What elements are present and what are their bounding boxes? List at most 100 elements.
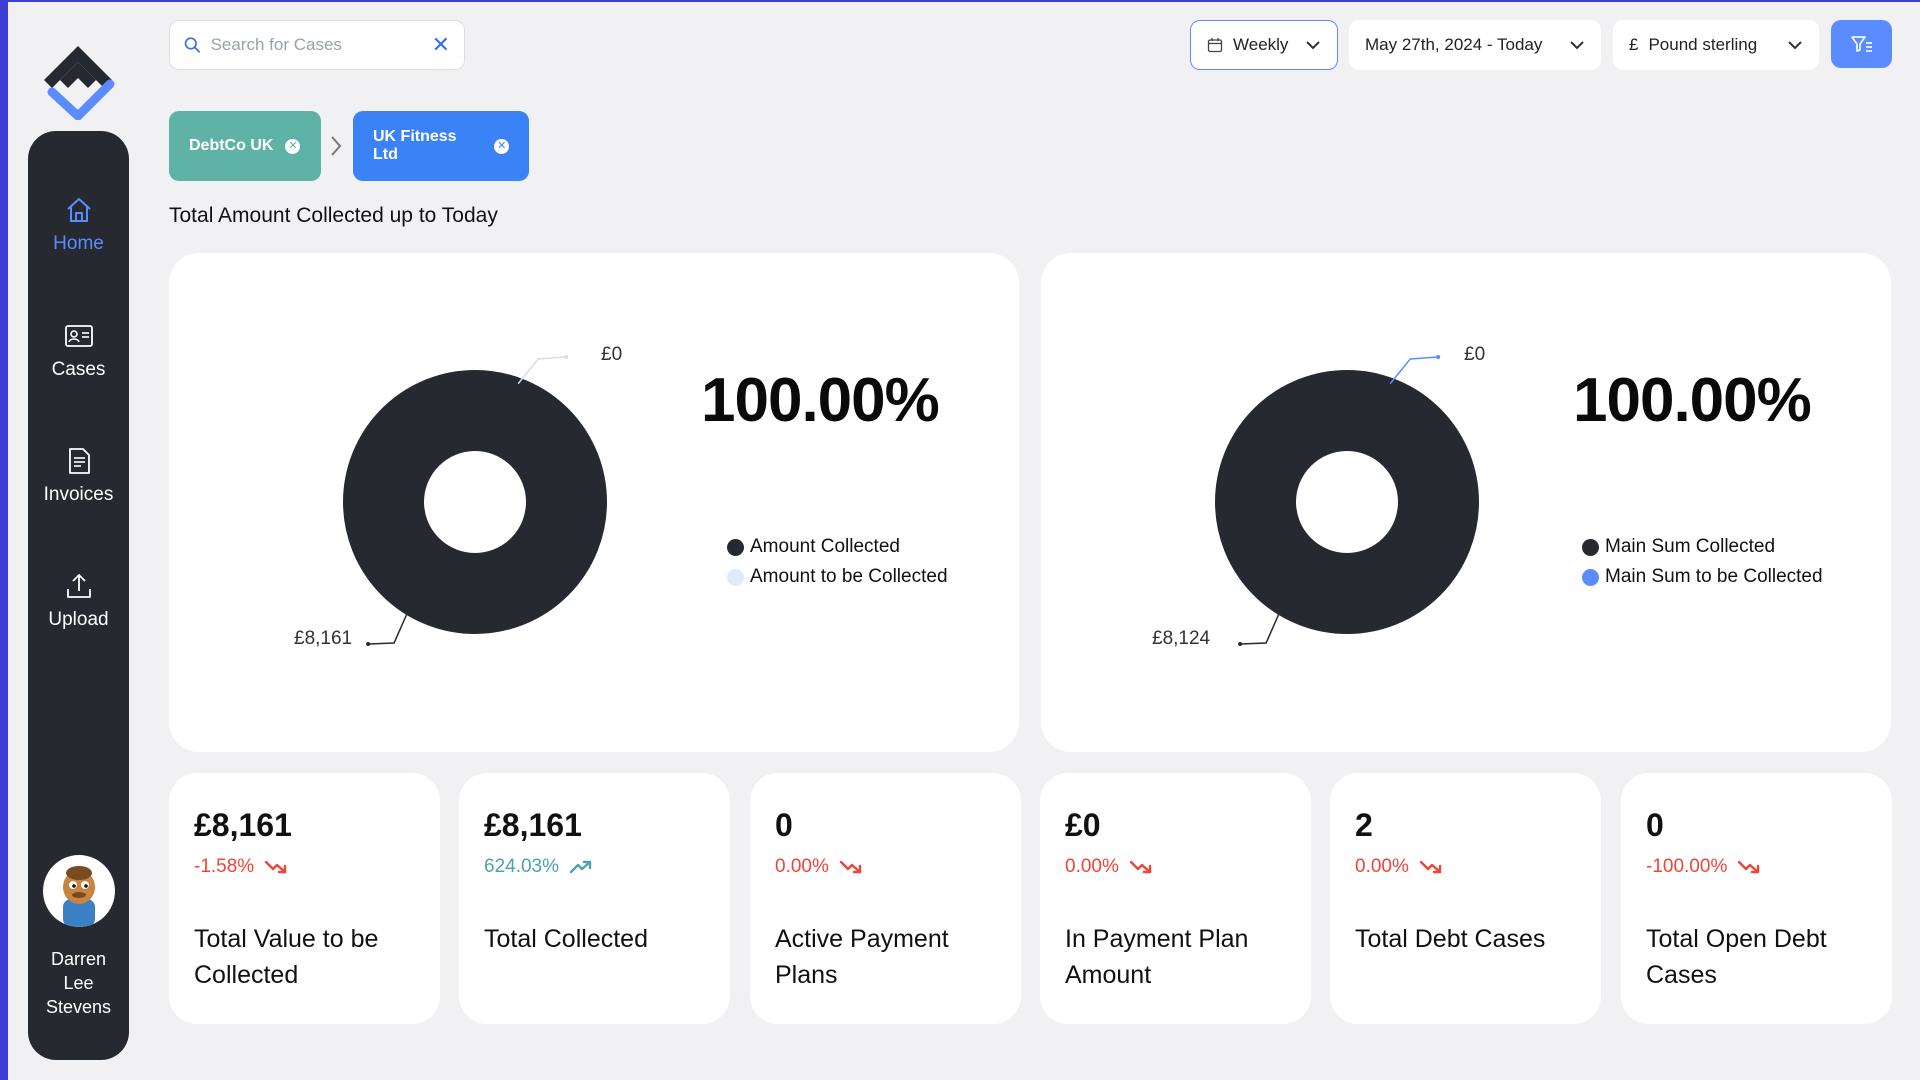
legend-dot bbox=[1582, 538, 1599, 556]
sidebar-item-cases[interactable]: Cases bbox=[28, 321, 129, 381]
trend-down-icon bbox=[1738, 860, 1760, 874]
breadcrumb-chip-client[interactable]: UK Fitness Ltd ✕ bbox=[353, 111, 529, 181]
kpi-card-active-plans: 0 0.00% Active Payment Plans bbox=[750, 773, 1021, 1024]
collected-percentage: 100.00% bbox=[1573, 366, 1812, 435]
sidebar-item-label: Cases bbox=[51, 359, 106, 380]
kpi-value: 0 bbox=[1646, 807, 1664, 843]
chevron-down-icon bbox=[1570, 41, 1584, 50]
donut-chart-amount: £0 £8,161 bbox=[294, 344, 622, 649]
kpi-change-value: 0.00% bbox=[1355, 856, 1409, 877]
kpi-change: 0.00% bbox=[1355, 856, 1443, 878]
legend-dot bbox=[727, 538, 744, 556]
kpi-label: Total Open Debt Cases bbox=[1646, 925, 1827, 989]
search-box: ✕ bbox=[169, 20, 465, 70]
kpi-value: 0 bbox=[775, 807, 793, 843]
search-input[interactable] bbox=[210, 35, 432, 55]
currency-select[interactable]: £ Pound sterling bbox=[1613, 20, 1819, 70]
kpi-change-value: 624.03% bbox=[484, 856, 560, 877]
user-last-name: Stevens bbox=[45, 997, 112, 1017]
kpi-value: 2 bbox=[1355, 807, 1373, 843]
kpi-change-value: -1.58% bbox=[194, 856, 255, 877]
home-icon bbox=[66, 198, 91, 222]
avatar[interactable] bbox=[43, 855, 115, 927]
section-title: Total Amount Collected up to Today bbox=[169, 204, 498, 227]
breadcrumb-chip-company[interactable]: DebtCo UK ✕ bbox=[169, 111, 321, 181]
kpi-change-value: 0.00% bbox=[1065, 856, 1119, 877]
filter-button[interactable] bbox=[1831, 20, 1892, 68]
kpi-card-debt-cases: 2 0.00% Total Debt Cases bbox=[1330, 773, 1601, 1024]
window-top-edge bbox=[0, 0, 1920, 2]
sidebar-item-upload[interactable]: Upload bbox=[28, 571, 129, 631]
chevron-right-icon bbox=[331, 136, 342, 156]
app-logo[interactable] bbox=[38, 40, 118, 121]
user-name: Darren Lee Stevens bbox=[28, 947, 129, 1019]
label-collected: £8,124 bbox=[1152, 628, 1211, 649]
trend-down-icon bbox=[1419, 860, 1442, 874]
trend-down-icon bbox=[1129, 860, 1152, 874]
kpi-label: Active Payment Plans bbox=[775, 925, 949, 989]
currency-value: Pound sterling bbox=[1648, 35, 1758, 54]
remove-chip-icon[interactable]: ✕ bbox=[285, 138, 301, 154]
kpi-value: £8,161 bbox=[194, 807, 292, 843]
period-select[interactable]: Weekly bbox=[1190, 20, 1338, 70]
sidebar-item-invoices[interactable]: Invoices bbox=[28, 446, 129, 506]
trend-arrow-stroke bbox=[569, 860, 592, 874]
date-range-select[interactable]: May 27th, 2024 - Today bbox=[1349, 20, 1601, 70]
period-value: Weekly bbox=[1233, 35, 1289, 54]
sidebar-item-home[interactable]: Home bbox=[28, 195, 129, 255]
pie-slice-main-sum-collected bbox=[1215, 370, 1479, 634]
kpi-label: Total Debt Cases bbox=[1355, 925, 1546, 953]
chart-legend: Amount Collected Amount to be Collected bbox=[727, 532, 948, 592]
chart-card-main-sum: £0 £8,124 100.00% Main Sum Collected Mai… bbox=[1041, 253, 1891, 752]
breadcrumb-label: DebtCo UK bbox=[189, 137, 274, 154]
chart-legend: Main Sum Collected Main Sum to be Collec… bbox=[1582, 532, 1823, 592]
pie-slice-amount-collected bbox=[343, 370, 607, 634]
leader-line-remaining bbox=[517, 356, 567, 385]
filter-icon bbox=[1850, 36, 1872, 52]
trend-arrow-stroke bbox=[1419, 860, 1442, 874]
user-middle-name: Lee bbox=[63, 973, 94, 993]
kpi-label: Total Collected bbox=[484, 925, 648, 953]
legend-item-remaining: Main Sum to be Collected bbox=[1582, 562, 1823, 592]
sidebar-item-label: Upload bbox=[48, 609, 109, 630]
collected-percentage: 100.00% bbox=[701, 366, 940, 435]
invoice-icon bbox=[68, 448, 90, 474]
label-remaining: £0 bbox=[601, 344, 622, 365]
date-range-value: May 27th, 2024 - Today bbox=[1365, 35, 1543, 54]
sidebar-item-label: Home bbox=[53, 233, 104, 254]
sidebar-item-label: Invoices bbox=[43, 484, 114, 505]
remove-chip-icon[interactable]: ✕ bbox=[494, 138, 509, 154]
trend-arrow-stroke bbox=[1129, 860, 1152, 874]
leader-dot-collected bbox=[366, 642, 371, 646]
legend-dot bbox=[1582, 568, 1599, 586]
leader-dot-collected bbox=[1238, 642, 1243, 646]
kpi-change-value: -100.00% bbox=[1646, 856, 1728, 877]
search-icon bbox=[184, 37, 200, 53]
kpi-card-total-collected: £8,161 624.03% Total Collected bbox=[459, 773, 730, 1024]
trend-down-icon bbox=[839, 860, 862, 874]
leader-dot-remaining bbox=[1436, 355, 1441, 359]
trend-arrow-stroke bbox=[1738, 860, 1760, 874]
chevron-down-icon bbox=[1788, 41, 1802, 50]
kpi-card-plan-amount: £0 0.00% In Payment Plan Amount bbox=[1040, 773, 1311, 1024]
legend-label: Amount Collected bbox=[750, 536, 900, 557]
clear-search-icon[interactable]: ✕ bbox=[432, 34, 450, 56]
legend-item-collected: Main Sum Collected bbox=[1582, 532, 1823, 562]
kpi-card-total-value: £8,161 -1.58% Total Value to be Collecte… bbox=[169, 773, 440, 1024]
leader-line-collected bbox=[368, 610, 409, 645]
kpi-change: -100.00% bbox=[1646, 856, 1761, 878]
kpi-change: 0.00% bbox=[775, 856, 863, 878]
trend-down-icon bbox=[265, 860, 287, 874]
upload-icon bbox=[66, 574, 91, 598]
id-card-icon bbox=[64, 325, 93, 347]
legend-label: Amount to be Collected bbox=[750, 566, 948, 587]
label-collected: £8,161 bbox=[294, 628, 352, 649]
kpi-change: -1.58% bbox=[194, 856, 288, 878]
kpi-value: £0 bbox=[1065, 807, 1101, 843]
chart-card-amount: £0 £8,161 100.00% Amount Collected Amoun… bbox=[169, 253, 1019, 752]
leader-line-collected bbox=[1240, 610, 1281, 645]
trend-arrow-stroke bbox=[265, 860, 287, 874]
currency-symbol: £ bbox=[1629, 35, 1639, 54]
kpi-change: 0.00% bbox=[1065, 856, 1153, 878]
label-remaining: £0 bbox=[1464, 344, 1485, 365]
